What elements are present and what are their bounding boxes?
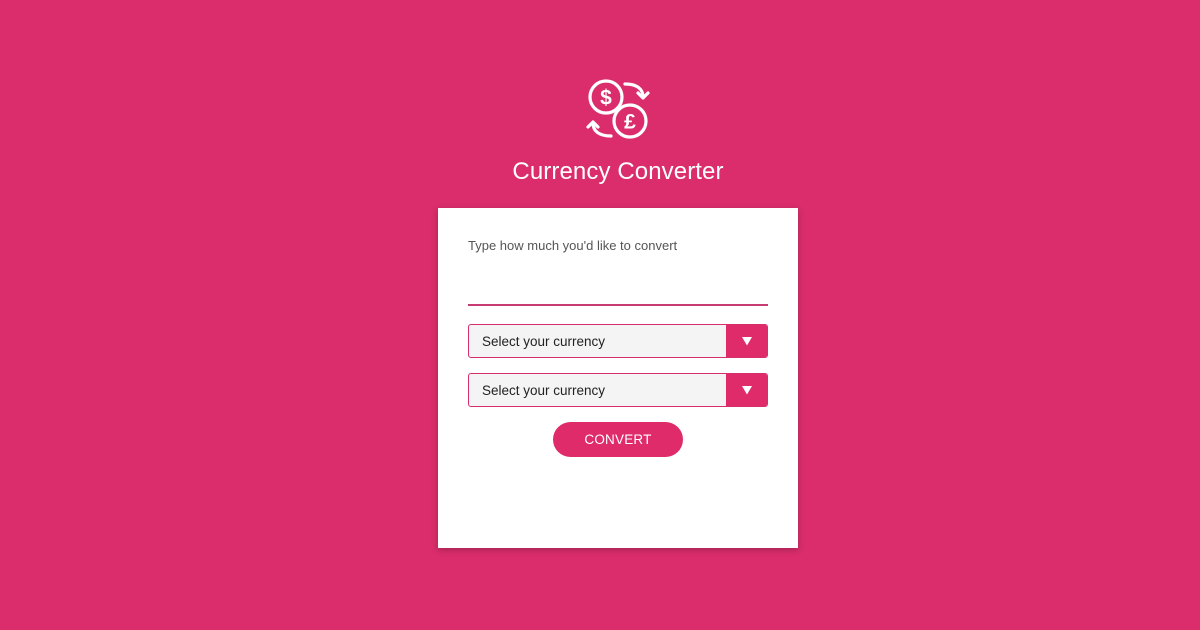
convert-button[interactable]: CONVERT <box>553 422 683 457</box>
triangle-down-icon <box>741 336 752 345</box>
page-title: Currency Converter <box>512 158 724 185</box>
triangle-down-icon <box>741 385 752 394</box>
currency-exchange-icon: $ £ <box>586 79 650 139</box>
amount-input[interactable] <box>468 274 768 306</box>
from-currency-select[interactable]: Select your currency <box>468 324 768 358</box>
svg-text:$: $ <box>600 87 612 110</box>
to-currency-select[interactable]: Select your currency <box>468 373 768 407</box>
from-currency-value: Select your currency <box>482 334 606 349</box>
from-currency-dropdown-button[interactable] <box>726 325 767 357</box>
converter-card: Type how much you'd like to convert Sele… <box>438 208 798 548</box>
to-currency-dropdown-button[interactable] <box>726 374 767 406</box>
svg-text:£: £ <box>624 111 636 134</box>
amount-prompt-label: Type how much you'd like to convert <box>468 238 678 253</box>
to-currency-value: Select your currency <box>482 383 606 398</box>
